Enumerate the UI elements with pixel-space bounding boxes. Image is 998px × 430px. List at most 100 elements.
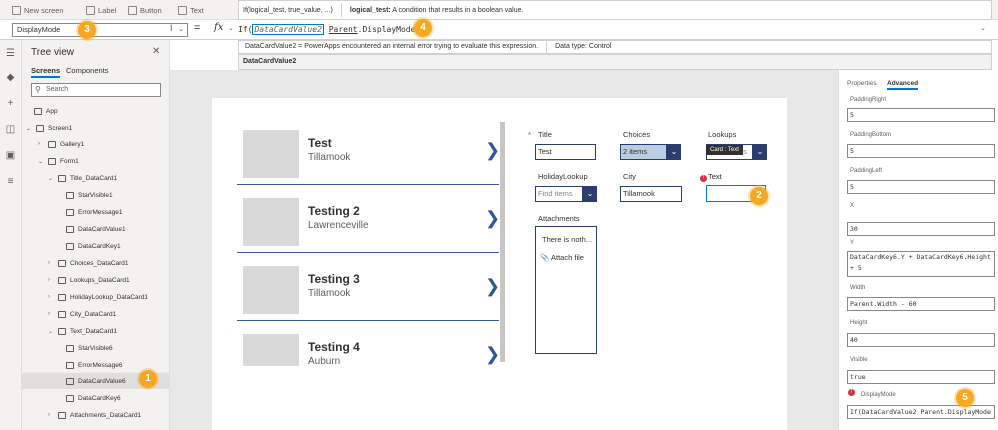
padding-bottom-field[interactable]: 5 [847,144,995,158]
formula-input[interactable]: If(DataCardValue2 Parent.DisplayMode [238,23,992,37]
tab-advanced[interactable]: Advanced [887,80,919,90]
image-placeholder-icon [243,334,299,366]
tree-node-errormessage6[interactable]: ErrorMessage6 [66,357,122,373]
chevron-right-icon: › [48,294,50,300]
displaymode-field[interactable]: If(DataCardValue2 Parent.DisplayMode [847,405,995,419]
gallery-item[interactable]: Testing 3 Tillamook ❯ [237,258,500,321]
tree-node-starvisible6[interactable]: StarVisible6 [66,340,113,356]
x-field[interactable]: 30 [847,222,995,236]
chevron-right-icon[interactable]: ❯ [485,344,499,365]
chevron-down-icon[interactable]: ⌄ [667,144,681,160]
search-input[interactable]: ⚲ Search [31,83,161,97]
plus-icon[interactable]: + [5,98,16,109]
image-placeholder-icon [243,266,299,314]
new-screen-button[interactable]: New screen [12,3,64,17]
city-label: City [623,172,636,181]
error-icon: ! [700,175,707,182]
required-star: * [528,130,531,139]
tooltip-signature: If(logical_test, true_value, ...) [243,6,333,14]
chevron-right-icon[interactable]: ❯ [485,140,500,161]
tab-screens[interactable]: Screens [31,66,61,78]
fx-icon[interactable]: fx [214,22,223,33]
function-tooltip: If(logical_test, true_value, ...) logica… [238,0,992,20]
y-field[interactable]: DataCardKey6.Y + DataCardKey6.Height + 5 [847,251,995,277]
card-tooltip: Card : Text [706,145,743,155]
property-label: Y [850,240,855,246]
chevron-right-icon[interactable]: ❯ [485,276,500,297]
chevron-down-icon[interactable]: ⌄ [228,24,234,32]
text-button[interactable]: Text [178,3,204,17]
tree-node-city-datacard1[interactable]: › City_DataCard1 [48,306,116,322]
gallery-item[interactable]: Testing 2 Lawrenceville ❯ [237,190,500,253]
tools-icon[interactable]: ≡ [5,176,16,187]
holidaylookup-label: HolidayLookup [538,172,588,181]
label-icon [66,344,74,352]
left-rail: ☰ ◆ + ◫ ▣ ≡ [0,40,22,430]
property-label: PaddingRight [850,97,887,103]
tree-node-datacardkey6[interactable]: DataCardKey6 [66,390,121,406]
chevron-right-icon: › [48,277,50,283]
holidaylookup-combobox[interactable]: Find items [535,186,583,202]
tree-node-holidaylookup-datacard1[interactable]: › HolidayLookup_DataCard1 [48,289,148,305]
tree-node-choices-datacard1[interactable]: › Choices_DataCard1 [48,255,129,271]
app-screen: Test Tillamook ❯ Testing 2 Lawrenceville… [212,98,787,430]
city-input[interactable]: Tillamook [620,186,682,202]
choices-combobox[interactable]: 2 items [620,144,667,160]
layers-icon[interactable]: ◆ [5,72,16,83]
close-icon[interactable]: ✕ [152,46,160,57]
tree-node-attachments-datacard1[interactable]: › Attachments_DataCard1 [48,407,141,423]
height-field[interactable]: 40 [847,333,995,347]
chevron-down-icon[interactable]: ⌄ [583,186,597,202]
visible-field[interactable]: true [847,370,995,384]
tree-node-title-datacard1[interactable]: ⌄ Title_DataCard1 [48,170,117,186]
width-field[interactable]: Parent.Width - 60 [847,297,995,311]
gallery-item[interactable]: Test Tillamook ❯ [237,122,500,185]
form-icon [48,157,56,165]
chevron-down-icon[interactable]: ⌄ [753,144,767,160]
input-icon [66,377,74,385]
media-icon[interactable]: ▣ [5,150,16,161]
padding-right-field[interactable]: 5 [847,108,995,122]
title-label: Title [538,130,552,139]
image-placeholder-icon [243,198,299,246]
divider [340,3,342,17]
step-badge: 2 [750,187,768,205]
label-button[interactable]: Label [86,3,116,17]
tree-node-screen1[interactable]: ⌄ Screen1 [26,120,72,136]
gallery-scrollbar[interactable] [500,122,505,362]
card-icon [58,276,66,284]
padding-left-field[interactable]: 5 [847,180,995,194]
tree-node-gallery1[interactable]: › Gallery1 [38,136,84,152]
gallery-item[interactable]: Testing 4 Auburn ❯ [237,326,499,366]
chevron-down-icon[interactable]: ⌄ [980,24,986,32]
formula-token: Parent [328,25,358,34]
tree-node-errormessage1[interactable]: ErrorMessage1 [66,204,122,220]
tree-node-datacardkey1[interactable]: DataCardKey1 [66,238,121,254]
attach-file-link[interactable]: 📎 Attach file [540,253,584,262]
chevron-right-icon[interactable]: ❯ [485,208,500,229]
button-button[interactable]: Button [128,3,162,17]
title-input[interactable]: Test [535,144,596,160]
lookups-label: Lookups [708,130,737,139]
attachments-label: Attachments [538,214,580,223]
tree-node-form1[interactable]: ⌄ Form1 [38,153,79,169]
input-icon [66,225,74,233]
step-badge: 1 [139,370,157,388]
property-label: DisplayMode [861,392,896,398]
search-icon: ⚲ [35,85,41,94]
tree-node-starvisible1[interactable]: StarVisible1 [66,187,113,203]
chevron-down-icon: ⌄ [48,328,54,335]
tree-node-lookups-datacard1[interactable]: › Lookups_DataCard1 [48,272,130,288]
tree-node-text-datacard1[interactable]: ⌄ Text_DataCard1 [48,323,117,339]
property-dropdown[interactable]: DisplayMode ⌄ [12,23,188,37]
tab-properties[interactable]: Properties [847,80,877,87]
tab-components[interactable]: Components [66,66,109,75]
formula-bar: DisplayMode ⌄ I = fx ⌄ If(DataCardValue2… [0,20,998,40]
hamburger-icon[interactable]: ☰ [5,48,16,59]
database-icon[interactable]: ◫ [5,124,16,135]
tree-node-datacardvalue1[interactable]: DataCardValue1 [66,221,126,237]
tree-node-app[interactable]: App [34,103,58,119]
formula-suggestion[interactable]: DataCardValue2 [238,54,992,70]
step-badge: 3 [78,21,96,39]
chevron-down-icon: ⌄ [178,26,184,33]
